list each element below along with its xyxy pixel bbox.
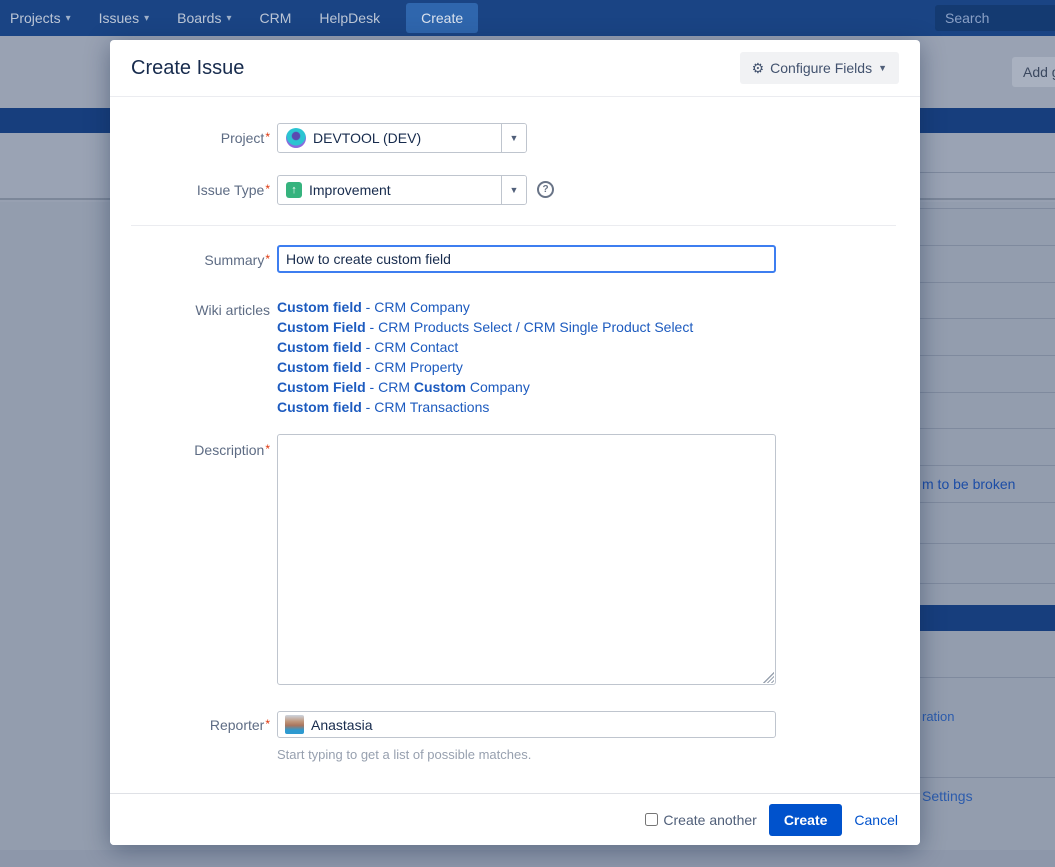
issue-type-help-icon[interactable]: ? [537, 181, 554, 198]
dashboard-row-divider [920, 282, 1055, 283]
nav-item-projects[interactable]: Projects ▾ [10, 10, 71, 26]
dashboard-blue-band-right [920, 605, 1055, 631]
create-another-label: Create another [663, 812, 756, 828]
issue-type-label: Issue Type [110, 182, 270, 198]
modal-title: Create Issue [131, 57, 244, 80]
project-select-value: DEVTOOL (DEV) [313, 130, 421, 146]
summary-input[interactable] [277, 245, 776, 273]
dashboard-row-divider [920, 245, 1055, 246]
wiki-article-segment: - CRM Property [362, 359, 463, 375]
dashboard-row-divider [920, 208, 1055, 209]
wiki-article-segment: - CRM Products Select / CRM Single Produ… [366, 319, 694, 335]
create-another-option[interactable]: Create another [645, 812, 756, 828]
background-link-ration[interactable]: ration [922, 709, 955, 724]
wiki-article-link[interactable]: Custom field - CRM Property [277, 357, 693, 377]
dashboard-row-divider [920, 502, 1055, 503]
dashboard-row-divider [920, 355, 1055, 356]
reporter-input[interactable] [311, 717, 768, 733]
wiki-article-link[interactable]: Custom field - CRM Transactions [277, 397, 693, 417]
configure-fields-button[interactable]: ⚙ Configure Fields ▼ [740, 52, 899, 84]
create-another-checkbox[interactable] [645, 813, 658, 826]
project-label: Project [110, 130, 270, 146]
issue-type-select[interactable]: ↑ Improvement ▼ [277, 175, 527, 205]
project-select[interactable]: DEVTOOL (DEV) ▼ [277, 123, 527, 153]
configure-fields-label: Configure Fields [770, 60, 872, 76]
wiki-article-bold-segment: Custom field [277, 399, 362, 415]
dashboard-row-divider [920, 777, 1055, 778]
wiki-article-bold-segment: Custom [414, 379, 466, 395]
background-link-broken[interactable]: m to be broken [922, 476, 1015, 492]
dashboard-row-divider [920, 172, 1055, 173]
description-field-wrap [277, 434, 776, 685]
create-button[interactable]: Create [769, 804, 843, 836]
wiki-article-link[interactable]: Custom Field - CRM Products Select / CRM… [277, 317, 693, 337]
chevron-down-icon: ▾ [66, 13, 71, 24]
description-label: Description [110, 442, 270, 458]
description-textarea[interactable] [277, 434, 776, 685]
wiki-article-link[interactable]: Custom field - CRM Company [277, 297, 693, 317]
issue-type-dropdown-arrow-icon[interactable]: ▼ [501, 176, 526, 204]
dashboard-row-divider [920, 318, 1055, 319]
wiki-article-segment: - CRM Company [362, 299, 470, 315]
dashboard-row-divider [920, 428, 1055, 429]
nav-item-label: Projects [10, 10, 61, 26]
cancel-link[interactable]: Cancel [854, 812, 898, 828]
add-gadget-button[interactable]: Add g [1012, 57, 1055, 87]
chevron-down-icon: ▾ [144, 13, 149, 24]
dashboard-row-divider [920, 465, 1055, 466]
dashboard-row-divider [920, 543, 1055, 544]
nav-item-crm[interactable]: CRM [260, 10, 292, 26]
wiki-article-segment: - CRM Contact [362, 339, 458, 355]
wiki-article-bold-segment: Custom Field [277, 319, 366, 335]
summary-label: Summary [110, 252, 270, 268]
screen: Projects ▾ Issues ▾ Boards ▾ CRM HelpDesk Creat… [0, 0, 1055, 867]
create-issue-modal: Create Issue ⚙ Configure Fields ▼ Projec… [110, 40, 920, 845]
modal-footer: Create another Create Cancel [110, 793, 920, 845]
modal-header: Create Issue ⚙ Configure Fields ▼ [110, 40, 920, 97]
background-link-settings[interactable]: Settings [922, 788, 973, 804]
dashboard-row-divider [920, 677, 1055, 678]
nav-item-issues[interactable]: Issues ▾ [99, 10, 150, 26]
dashboard-bottom-strip [0, 850, 1055, 867]
chevron-down-icon: ▼ [878, 63, 887, 73]
wiki-article-bold-segment: Custom field [277, 299, 362, 315]
wiki-article-segment: - CRM Transactions [362, 399, 490, 415]
wiki-article-segment: Company [466, 379, 530, 395]
wiki-articles-label: Wiki articles [110, 302, 270, 318]
top-navbar: Projects ▾ Issues ▾ Boards ▾ CRM HelpDesk Creat… [0, 0, 1055, 36]
nav-item-label: Issues [99, 10, 139, 26]
nav-items: Projects ▾ Issues ▾ Boards ▾ CRM HelpDesk [10, 10, 380, 26]
dashboard-row-divider [920, 583, 1055, 584]
reporter-label: Reporter [110, 717, 270, 733]
nav-item-label: CRM [260, 10, 292, 26]
nav-item-label: Boards [177, 10, 221, 26]
nav-create-button[interactable]: Create [406, 3, 478, 33]
nav-item-label: HelpDesk [319, 10, 380, 26]
reporter-field [277, 711, 776, 738]
project-dropdown-arrow-icon[interactable]: ▼ [501, 124, 526, 152]
project-avatar-icon [286, 128, 306, 148]
wiki-article-segment: - CRM [366, 379, 414, 395]
section-divider [131, 225, 896, 226]
reporter-avatar [285, 715, 304, 734]
issue-type-select-value: Improvement [309, 182, 391, 198]
nav-item-helpdesk[interactable]: HelpDesk [319, 10, 380, 26]
dashboard-row-divider [920, 392, 1055, 393]
gear-icon: ⚙ [752, 61, 765, 75]
search-input[interactable] [935, 5, 1055, 31]
nav-item-boards[interactable]: Boards ▾ [177, 10, 231, 26]
wiki-article-bold-segment: Custom field [277, 359, 362, 375]
reporter-hint: Start typing to get a list of possible m… [277, 747, 531, 762]
textarea-resize-handle-icon[interactable] [763, 672, 774, 683]
wiki-article-bold-segment: Custom Field [277, 379, 366, 395]
wiki-articles-list: Custom field - CRM CompanyCustom Field -… [277, 297, 693, 417]
improvement-type-icon: ↑ [286, 182, 302, 198]
wiki-article-link[interactable]: Custom Field - CRM Custom Company [277, 377, 693, 397]
wiki-article-link[interactable]: Custom field - CRM Contact [277, 337, 693, 357]
wiki-article-bold-segment: Custom field [277, 339, 362, 355]
chevron-down-icon: ▾ [226, 13, 231, 24]
